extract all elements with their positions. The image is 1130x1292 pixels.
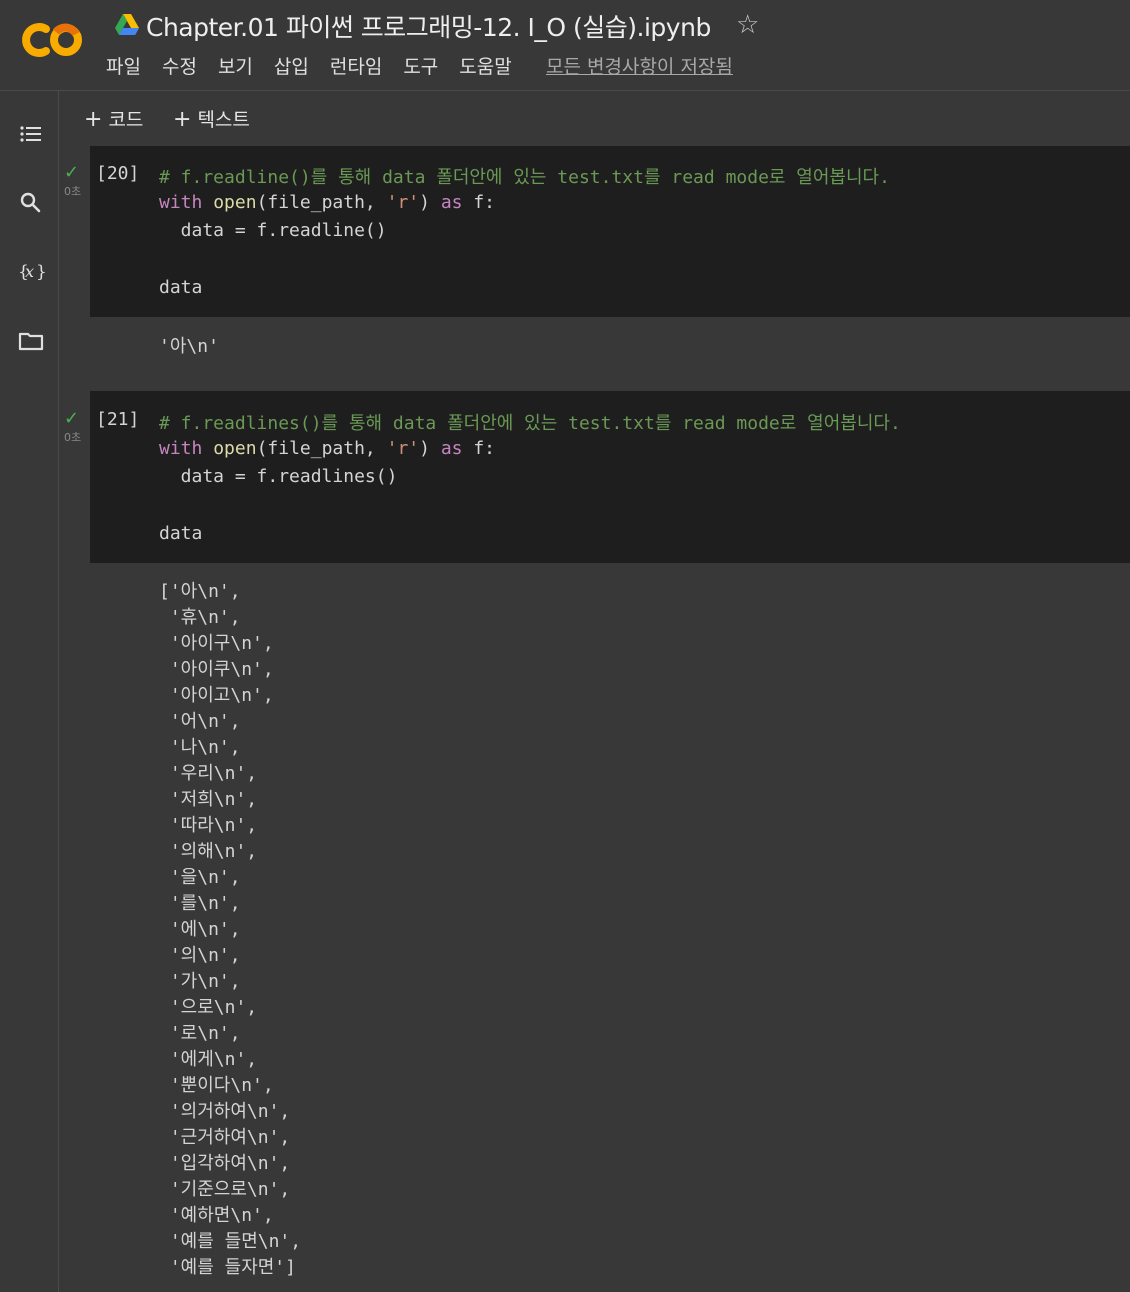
output-line: '뿐이다\n', [159, 1075, 274, 1096]
output-line: '저희\n', [159, 789, 258, 810]
menu-bar: 파일 수정 보기 삽입 런타임 도구 도움말 [106, 52, 533, 79]
output-line: '로\n', [159, 1023, 241, 1044]
add-code-cell-button[interactable]: + 코드 [84, 105, 143, 132]
output-line: '나\n', [159, 737, 241, 758]
output-line: '의\n', [159, 945, 241, 966]
svg-text:}: } [36, 262, 45, 282]
menu-edit[interactable]: 수정 [162, 52, 197, 79]
output-line: '입각하여\n', [159, 1153, 291, 1174]
output-line: '기준으로\n', [159, 1179, 291, 1200]
plus-icon: + [84, 107, 103, 132]
cell-run-status[interactable]: ✓ 0초 [64, 410, 88, 445]
output-line: '에게\n', [159, 1049, 258, 1070]
output-line: '를\n', [159, 893, 241, 914]
output-line: '의거하여\n', [159, 1101, 291, 1122]
code-line: with open(file_path, 'r') as f: [159, 438, 496, 459]
plus-icon: + [173, 107, 192, 132]
add-text-cell-button[interactable]: + 텍스트 [173, 105, 250, 132]
code-line: data [159, 277, 203, 298]
output-line: '에\n', [159, 919, 241, 940]
code-comment: # f.readline()를 통해 data 폴더안에 있는 test.txt… [159, 167, 890, 188]
menu-file[interactable]: 파일 [106, 52, 141, 79]
output-line: '근거하여\n', [159, 1127, 291, 1148]
cell-run-status[interactable]: ✓ 0초 [64, 164, 88, 199]
left-sidebar: { x } [0, 91, 59, 1292]
output-line: '을\n', [159, 867, 241, 888]
output-line: '아이구\n', [159, 633, 274, 654]
star-outline-icon[interactable]: ☆ [736, 10, 759, 40]
code-line: data [159, 523, 203, 544]
output-line: '으로\n', [159, 997, 258, 1018]
execution-count: [20] [96, 163, 140, 184]
google-drive-icon[interactable] [115, 13, 139, 35]
output-line: '휴\n', [159, 607, 241, 628]
output-line: '아이쿠\n', [159, 659, 274, 680]
output-line: '예를 들면\n', [159, 1231, 302, 1252]
checkmark-icon: ✓ [64, 408, 80, 429]
output-line: '따라\n', [159, 815, 258, 836]
code-line: data = f.readlines() [159, 466, 398, 487]
menu-runtime[interactable]: 런타임 [330, 52, 382, 79]
menu-help[interactable]: 도움말 [459, 52, 511, 79]
checkmark-icon: ✓ [64, 162, 80, 183]
files-folder-icon[interactable] [17, 327, 45, 355]
menu-view[interactable]: 보기 [218, 52, 253, 79]
output-line: ['아\n', [159, 581, 241, 602]
execution-count: [21] [96, 409, 140, 430]
colab-logo[interactable] [20, 20, 86, 60]
menu-tools[interactable]: 도구 [403, 52, 438, 79]
code-line: data = f.readline() [159, 220, 387, 241]
output-line: '예하면\n', [159, 1205, 274, 1226]
header: Chapter.01 파이썬 프로그래밍-12. I_O (실습).ipynb … [0, 0, 1130, 91]
code-comment: # f.readlines()를 통해 data 폴더안에 있는 test.tx… [159, 413, 901, 434]
output-line: '어\n', [159, 711, 241, 732]
cell-output: '아\n' [159, 336, 219, 357]
table-of-contents-icon[interactable] [17, 121, 45, 149]
save-status-link[interactable]: 모든 변경사항이 저장됨 [546, 52, 733, 79]
menu-insert[interactable]: 삽입 [274, 52, 309, 79]
notebook-title[interactable]: Chapter.01 파이썬 프로그래밍-12. I_O (실습).ipynb [146, 8, 711, 44]
code-line: with open(file_path, 'r') as f: [159, 192, 496, 213]
output-line: '예를 들자면'] [159, 1257, 296, 1278]
output-line: '아이고\n', [159, 685, 274, 706]
output-line: '가\n', [159, 971, 241, 992]
notebook-toolbar: + 코드 + 텍스트 [60, 91, 1130, 145]
variables-icon[interactable]: { x } [17, 257, 47, 285]
output-line: '우리\n', [159, 763, 258, 784]
svg-text:x: x [25, 262, 34, 281]
output-line: '의해\n', [159, 841, 258, 862]
search-icon[interactable] [17, 189, 45, 217]
